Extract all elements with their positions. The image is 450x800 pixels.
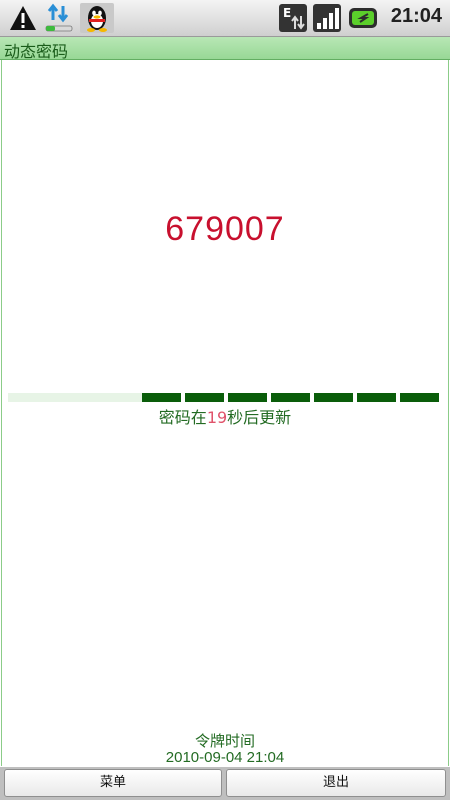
token-time-value: 2010-09-04 21:04 [165,749,285,766]
app-title: 动态密码 [4,42,69,61]
network-type-label: E [283,6,291,20]
countdown-progress-bar [8,393,439,402]
warning-icon[interactable] [8,3,38,33]
progress-segment-filled [228,393,267,402]
countdown-seconds: 19 [206,408,228,427]
progress-segment-filled [271,393,310,402]
edge-network-icon: E [279,4,307,32]
countdown-suffix: 秒后更新 [227,408,292,427]
progress-segment-filled [314,393,353,402]
menu-button[interactable]: 菜单 [4,769,222,797]
exit-button[interactable]: 退出 [226,769,446,797]
dynamic-password: 679007 [165,210,285,248]
bottom-button-bar: 菜单 退出 [0,767,450,800]
progress-segment-filled [357,393,396,402]
sync-icon[interactable] [44,3,74,33]
battery-charging-icon [349,8,377,28]
status-bar: E 21:04 [0,0,450,37]
progress-segment-filled [185,393,224,402]
progress-segment-filled [400,393,439,402]
progress-segment-elapsed [8,393,142,402]
qq-penguin-icon[interactable] [80,3,114,33]
token-time-label: 令牌时间 [194,732,255,750]
countdown-text: 密码在19秒后更新 [0,404,450,428]
clock: 21:04 [390,5,442,27]
progress-segment-filled [142,393,181,402]
countdown-prefix: 密码在 [158,408,207,427]
app-title-bar: 动态密码 [0,37,450,61]
signal-strength-icon [313,4,341,32]
